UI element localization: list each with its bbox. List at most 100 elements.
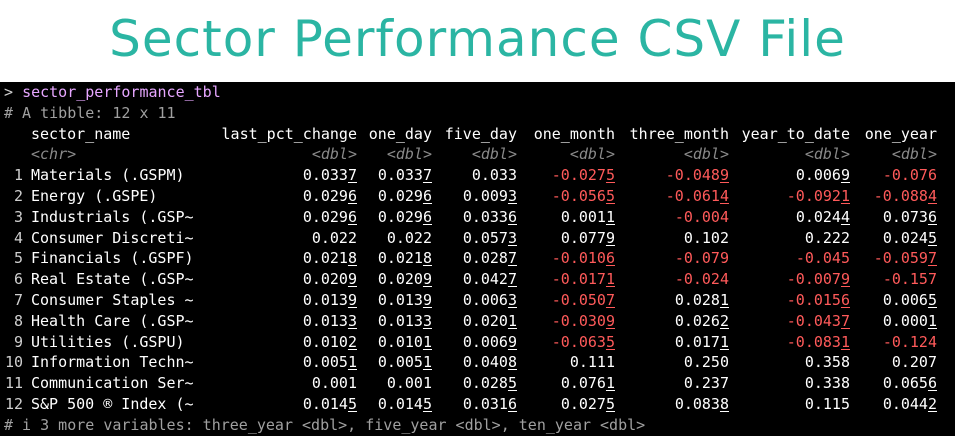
value-trailing-digit: 1 <box>605 270 615 289</box>
value-trailing-digit: 5 <box>605 166 615 185</box>
value-trailing-digit: 7 <box>927 249 937 268</box>
value-cell: 0.0011 <box>561 207 615 228</box>
value-digits: 0.044 <box>882 395 928 413</box>
value-cell: -0.0597 <box>874 248 937 269</box>
value-trailing-digit: 3 <box>347 311 357 330</box>
value-cell: 0.0051 <box>378 352 432 373</box>
value-trailing-digit: 8 <box>719 395 729 413</box>
value-trailing-digit: 1 <box>507 311 517 330</box>
value-trailing-digit: 2 <box>719 311 729 330</box>
value-digits: 0.013 <box>377 291 423 309</box>
column-type: <dbl> <box>683 145 729 164</box>
footer-note: # i 3 more variables: three_year <dbl>, … <box>4 415 646 434</box>
value-cell: 0.237 <box>684 373 729 394</box>
r-console[interactable]: > sector_performance_tbl # A tibble: 12 … <box>0 82 955 436</box>
value-digits: 0.006 <box>462 291 508 309</box>
value-digits: 0.020 <box>377 270 423 289</box>
value-cell: 0.102 <box>684 228 729 249</box>
value-digits: 0.338 <box>804 374 850 393</box>
column-type: <dbl> <box>386 145 432 164</box>
value-digits: 0.033 <box>377 166 423 185</box>
row-number: 6 <box>13 270 23 289</box>
value-digits: 0.028 <box>674 291 720 309</box>
value-trailing-digit: 7 <box>507 249 517 268</box>
value-cell: 0.0296 <box>378 186 432 207</box>
banner: Sector Performance CSV File <box>0 0 955 82</box>
tibble-info: # A tibble: 12 x 11 <box>4 103 176 122</box>
value-digits: 0.029 <box>377 207 423 226</box>
value-trailing-digit: 9 <box>719 166 729 185</box>
value-trailing-digit: 2 <box>927 395 937 413</box>
value-trailing-digit: 1 <box>719 291 729 309</box>
sector-name-cell: Real Estate (.GSP~ <box>31 270 194 289</box>
value-digits: 0.005 <box>302 353 348 372</box>
value-digits: 0.024 <box>795 207 841 226</box>
command-line[interactable]: > sector_performance_tbl <box>4 82 221 103</box>
value-cell: -0.0614 <box>666 186 729 207</box>
value-digits: -0.059 <box>873 249 928 268</box>
value-trailing-digit: 5 <box>422 395 432 413</box>
sector-name-cell: Materials (.GSPM) <box>31 166 185 185</box>
value-cell: 0.0442 <box>883 394 937 415</box>
value-cell: 0.0838 <box>675 394 729 415</box>
value-digits: 0.013 <box>302 291 348 309</box>
sector-name-cell: S&P 500 ® Index (~ <box>31 395 194 413</box>
row-number: 1 <box>13 166 23 185</box>
value-digits: 0.020 <box>462 311 508 330</box>
value-trailing-digit: 6 <box>840 291 850 309</box>
value-cell: -0.076 <box>883 165 937 186</box>
value-digits: 0.028 <box>462 374 508 393</box>
value-digits: 0.033 <box>302 166 348 185</box>
value-trailing-digit: 2 <box>347 332 357 351</box>
value-cell: 0.338 <box>805 373 850 394</box>
value-trailing-digit: 1 <box>605 374 615 393</box>
value-digits: -0.124 <box>882 332 937 351</box>
value-trailing-digit: 5 <box>507 374 517 393</box>
column-header: one_month <box>533 124 615 143</box>
column-type: <dbl> <box>804 145 850 164</box>
value-trailing-digit: 9 <box>507 332 517 351</box>
sector-name-cell: Industrials (.GSP~ <box>31 207 194 226</box>
value-trailing-digit: 9 <box>422 291 432 309</box>
value-cell: -0.0921 <box>787 186 850 207</box>
value-digits: 0.250 <box>683 353 729 372</box>
value-cell: -0.0635 <box>552 332 615 353</box>
value-digits: 0.017 <box>674 332 720 351</box>
value-digits: 0.014 <box>302 395 348 413</box>
value-cell: 0.358 <box>805 352 850 373</box>
value-trailing-digit: 9 <box>840 270 850 289</box>
value-digits: 0.005 <box>377 353 423 372</box>
command-text: sector_performance_tbl <box>22 83 221 101</box>
value-cell: 0.0102 <box>303 332 357 353</box>
value-digits: -0.027 <box>551 166 606 185</box>
value-trailing-digit: 5 <box>927 228 937 247</box>
value-trailing-digit: 8 <box>422 249 432 268</box>
value-trailing-digit: 5 <box>927 291 937 309</box>
value-digits: 0.026 <box>674 311 720 330</box>
value-cell: -0.0489 <box>666 165 729 186</box>
value-trailing-digit: 9 <box>347 291 357 309</box>
value-trailing-digit: 7 <box>605 291 615 309</box>
value-cell: 0.0218 <box>303 248 357 269</box>
value-digits: 0.033 <box>471 166 517 185</box>
value-cell: 0.0244 <box>796 207 850 228</box>
column-header: one_day <box>368 124 432 143</box>
value-trailing-digit: 9 <box>347 270 357 289</box>
value-digits: 0.042 <box>462 270 508 289</box>
value-trailing-digit: 1 <box>605 207 615 226</box>
column-header: three_month <box>629 124 729 143</box>
value-trailing-digit: 6 <box>507 395 517 413</box>
value-cell: 0.0736 <box>883 207 937 228</box>
value-trailing-digit: 1 <box>927 311 937 330</box>
sector-name-cell: Communication Ser~ <box>31 374 194 393</box>
value-trailing-digit: 1 <box>422 332 432 351</box>
value-cell: -0.0884 <box>874 186 937 207</box>
value-cell: 0.0296 <box>303 207 357 228</box>
value-trailing-digit: 9 <box>605 228 615 247</box>
value-digits: -0.056 <box>551 187 606 205</box>
value-cell: 0.0427 <box>463 269 517 290</box>
value-cell: 0.250 <box>684 352 729 373</box>
value-trailing-digit: 1 <box>347 353 357 372</box>
value-digits: -0.043 <box>786 311 841 330</box>
value-digits: 0.001 <box>386 374 432 393</box>
